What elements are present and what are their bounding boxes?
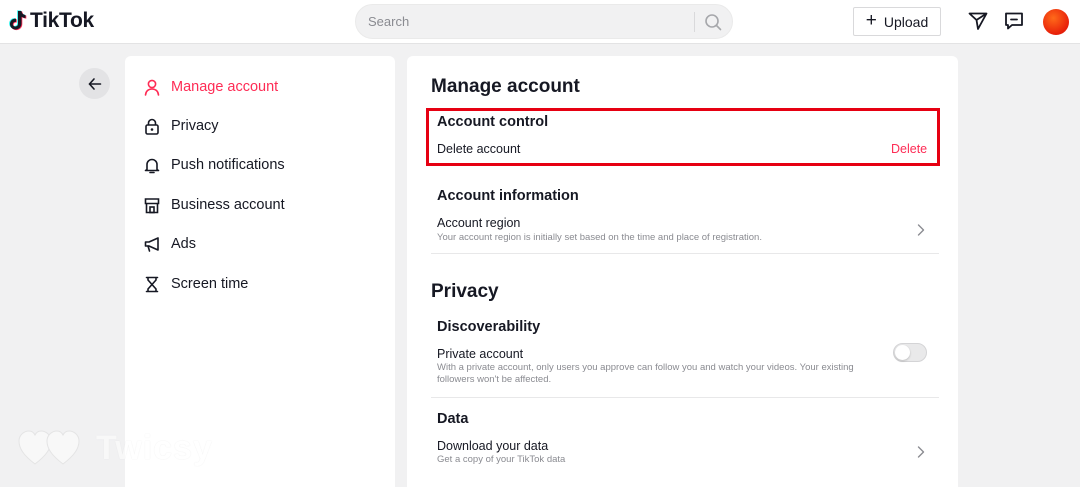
account-region-label: Account region	[437, 216, 521, 230]
download-data-label: Download your data	[437, 439, 549, 453]
hourglass-icon	[143, 275, 161, 293]
sidebar-item-label: Ads	[171, 236, 196, 252]
back-button[interactable]	[79, 68, 110, 99]
sidebar-item-manage-account[interactable]: Manage account	[143, 75, 278, 99]
sidebar-item-ads[interactable]: Ads	[143, 232, 196, 256]
sidebar-item-label: Manage account	[171, 79, 279, 95]
data-heading: Data	[437, 411, 469, 427]
sidebar-item-label: Privacy	[171, 118, 219, 134]
search-input[interactable]	[368, 5, 688, 38]
delete-button[interactable]: Delete	[891, 142, 927, 156]
private-account-description: With a private account, only users you a…	[437, 362, 854, 385]
plus-icon: +	[865, 10, 877, 31]
private-account-label: Private account	[437, 347, 524, 361]
divider	[431, 397, 939, 398]
upload-button[interactable]: + Upload	[853, 7, 941, 36]
upload-label: Upload	[883, 13, 929, 30]
download-data-description: Get a copy of your TikTok data	[437, 454, 566, 465]
search-bar	[355, 4, 733, 39]
toggle-knob	[895, 345, 910, 360]
lock-icon	[143, 117, 161, 135]
discoverability-heading: Discoverability	[437, 319, 541, 335]
megaphone-icon	[143, 235, 161, 253]
bell-icon	[143, 156, 161, 174]
sidebar-item-screen-time[interactable]: Screen time	[143, 272, 248, 296]
chevron-right-icon	[917, 446, 925, 458]
tiktok-logo[interactable]: TikTok	[9, 9, 94, 33]
person-icon	[143, 78, 161, 96]
inbox-icon[interactable]	[1003, 10, 1025, 32]
watermark-text: Twicsy	[96, 428, 213, 467]
sidebar-item-business-account[interactable]: Business account	[143, 193, 285, 217]
avatar[interactable]	[1043, 9, 1069, 35]
sidebar-item-label: Business account	[171, 197, 285, 213]
account-region-description: Your account region is initially set bas…	[437, 232, 762, 243]
sidebar-item-label: Push notifications	[171, 157, 285, 173]
manage-account-heading: Manage account	[431, 76, 580, 97]
hearts-logo-icon	[18, 430, 80, 465]
top-header: TikTok + Upload	[0, 0, 1080, 44]
sidebar-item-label: Screen time	[171, 276, 249, 292]
search-divider	[694, 12, 695, 32]
account-control-heading: Account control	[437, 114, 549, 130]
search-icon[interactable]	[702, 12, 724, 32]
watermark: Twicsy	[18, 428, 213, 468]
settings-main-panel: Manage account Account control Delete ac…	[407, 56, 958, 487]
private-account-toggle[interactable]	[893, 343, 927, 362]
divider	[431, 253, 939, 254]
store-icon	[143, 196, 161, 214]
settings-sidebar: Manage account Privacy Push notification…	[125, 56, 395, 487]
account-information-heading: Account information	[437, 188, 579, 204]
privacy-heading: Privacy	[431, 281, 499, 302]
sidebar-item-privacy[interactable]: Privacy	[143, 114, 219, 138]
tiktok-note-icon	[9, 10, 27, 31]
delete-account-label: Delete account	[437, 142, 521, 156]
chevron-right-icon	[917, 224, 925, 236]
sidebar-item-push-notifications[interactable]: Push notifications	[143, 153, 285, 177]
brand-name: TikTok	[30, 9, 94, 32]
paper-plane-icon[interactable]	[967, 10, 989, 32]
arrow-left-icon	[88, 77, 101, 90]
